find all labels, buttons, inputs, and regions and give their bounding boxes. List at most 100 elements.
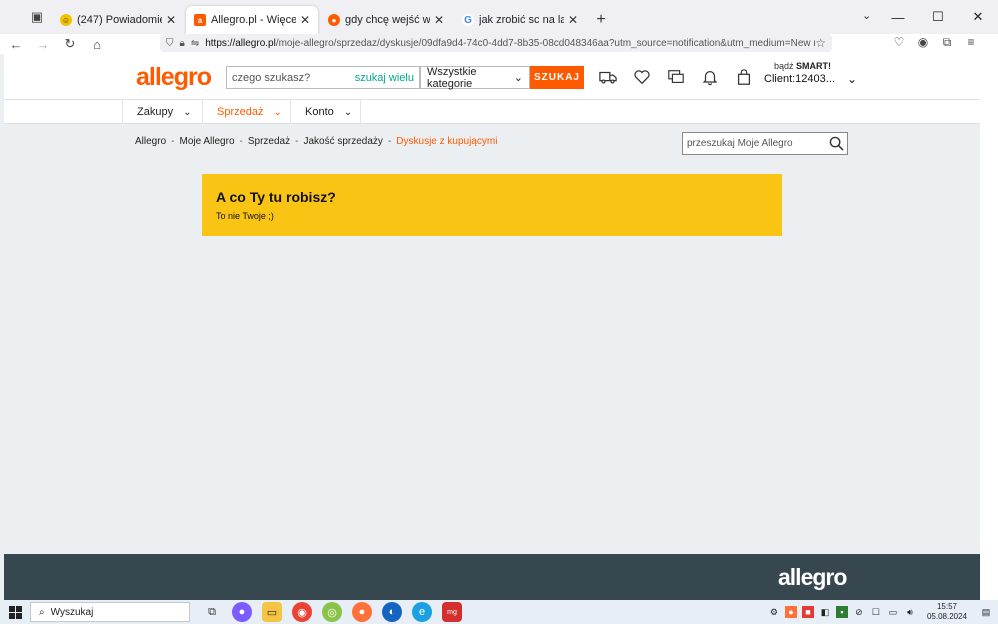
access-denied-notice: A co Ty tu robisz? To nie Twoje ;): [202, 174, 782, 236]
tab-close-icon[interactable]: ✕: [434, 13, 444, 27]
breadcrumb-jakosc[interactable]: Jakość sprzedaży: [303, 136, 382, 147]
home-icon[interactable]: ⌂: [86, 37, 108, 52]
tray-icon[interactable]: ●: [784, 606, 797, 618]
address-bar[interactable]: ⛉ 🔒︎ ⇋ https://allegro.pl/moje-allegro/s…: [160, 34, 832, 52]
allegro-favicon-icon: a: [194, 14, 206, 26]
breadcrumb-sprzedaz[interactable]: Sprzedaż: [248, 136, 290, 147]
bell-icon[interactable]: [700, 67, 720, 87]
my-allegro-search-input[interactable]: [683, 133, 825, 154]
shield-icon[interactable]: ⛉: [166, 38, 174, 49]
search-many-link[interactable]: szukaj wielu: [355, 72, 419, 84]
search-icon: ⌕: [39, 606, 45, 618]
maximize-icon[interactable]: ☐: [918, 0, 958, 34]
bookmark-star-icon[interactable]: ☆: [815, 36, 826, 50]
edge-icon[interactable]: e: [412, 602, 432, 622]
browser-tab-bar: ▣ ☺ (247) Powiadomienia - Lista Wi ✕ a A…: [0, 0, 998, 34]
breadcrumb-moje-allegro[interactable]: Moje Allegro: [179, 136, 234, 147]
tab-list-icon[interactable]: ▣: [22, 0, 52, 34]
tray-icon[interactable]: ■: [801, 606, 814, 618]
tab-close-icon[interactable]: ✕: [166, 13, 176, 27]
minimize-icon[interactable]: —: [878, 0, 918, 34]
close-window-icon[interactable]: ✕: [958, 0, 998, 34]
tray-icon[interactable]: ▪: [835, 606, 848, 618]
tab-gdy-chce[interactable]: ● gdy chcę wejść w dyskusję wys ✕: [320, 6, 452, 34]
forward-icon[interactable]: →: [32, 37, 54, 52]
menu-icon[interactable]: ≡: [964, 35, 978, 50]
menu-zakupy[interactable]: Zakupy ⌄: [122, 100, 203, 124]
clock[interactable]: 15:57 05.08.2024: [927, 602, 967, 622]
volume-icon[interactable]: 🔊︎: [904, 606, 916, 618]
site-header: allegro szukaj wielu Wszystkie kategorie…: [4, 54, 980, 100]
google-favicon-icon: G: [462, 14, 474, 26]
pocket-icon[interactable]: ♡: [892, 35, 906, 50]
search-box: szukaj wielu: [226, 66, 420, 89]
app-icon[interactable]: ◎: [322, 602, 342, 622]
category-select[interactable]: Wszystkie kategorie ⌄: [420, 65, 530, 90]
chevron-down-icon: ⌄: [343, 106, 353, 118]
tab-favicon-icon: ●: [328, 14, 340, 26]
smart-promo[interactable]: bądź SMART!: [774, 61, 831, 71]
delivery-truck-icon[interactable]: [598, 67, 618, 87]
url-text[interactable]: https://allegro.pl/moje-allegro/sprzedaz…: [205, 38, 815, 49]
permissions-icon[interactable]: ⇋: [191, 38, 199, 49]
chevron-down-icon: ⌄: [846, 72, 857, 86]
reload-icon[interactable]: ↻: [59, 36, 81, 52]
breadcrumb: Allegro - Moje Allegro - Sprzedaż - Jako…: [135, 136, 498, 147]
site-footer: allegro: [4, 554, 980, 600]
allegro-page: allegro szukaj wielu Wszystkie kategorie…: [4, 54, 980, 600]
breadcrumb-allegro[interactable]: Allegro: [135, 136, 166, 147]
list-all-tabs-icon[interactable]: ⌄: [862, 9, 871, 22]
tray-icon[interactable]: ☐: [870, 606, 882, 618]
account-icon[interactable]: ◉: [916, 35, 930, 50]
file-explorer-icon[interactable]: ▭: [262, 602, 282, 622]
breadcrumb-current: Dyskusje z kupującymi: [396, 136, 498, 147]
task-view-icon[interactable]: ⧉: [202, 602, 222, 622]
taskbar-apps: ⧉ ● ▭ ◉ ◎ ● ◐ e mg: [202, 602, 462, 622]
toolbar-right: ♡ ◉ ⧉ ≡: [892, 35, 978, 50]
menu-sprzedaz[interactable]: Sprzedaż ⌄: [203, 100, 291, 124]
search-input[interactable]: [227, 67, 355, 88]
taskbar-search[interactable]: ⌕: [30, 602, 190, 622]
tab-favicon-icon: ☺: [60, 14, 72, 26]
allegro-logo[interactable]: allegro: [136, 63, 212, 92]
system-tray: ⚙ ● ■ ◧ ▪ ⊘ ☐ ▭ 🔊︎ 15:57 05.08.2024 ▤: [768, 600, 998, 624]
footer-allegro-logo[interactable]: allegro: [778, 564, 847, 591]
app-icon[interactable]: mg: [442, 602, 462, 622]
extensions-icon[interactable]: ⧉: [940, 35, 954, 50]
notice-title: A co Ty tu robisz?: [216, 189, 336, 205]
chevron-down-icon: ⌄: [273, 106, 282, 118]
tray-icon[interactable]: ⊘: [853, 606, 865, 618]
new-tab-icon[interactable]: +: [588, 6, 614, 34]
tray-icon[interactable]: ◧: [819, 606, 831, 618]
windows-taskbar: ⌕ ⧉ ● ▭ ◉ ◎ ● ◐ e mg ⚙ ● ■ ◧ ▪ ⊘ ☐ ▭ 🔊︎ …: [0, 600, 998, 624]
taskbar-search-input[interactable]: [50, 606, 161, 618]
my-allegro-search: [682, 132, 848, 155]
search-icon[interactable]: [825, 136, 847, 151]
menu-konto[interactable]: Konto ⌄: [291, 100, 361, 124]
tab-close-icon[interactable]: ✕: [300, 13, 310, 27]
account-menu[interactable]: Client:12403... ⌄: [764, 72, 857, 86]
tab-google-search[interactable]: G jak zrobić sc na laptopie - Szuk ✕: [454, 6, 586, 34]
notice-text: To nie Twoje ;): [216, 211, 274, 221]
firefox-icon[interactable]: ●: [352, 602, 372, 622]
chrome-icon[interactable]: ◉: [292, 602, 312, 622]
category-select-value: Wszystkie kategorie: [427, 65, 477, 90]
heart-icon[interactable]: [632, 67, 652, 87]
tab-allegro[interactable]: a Allegro.pl - Więcej niż aukcje. N ✕: [186, 6, 318, 34]
tab-close-icon[interactable]: ✕: [568, 13, 578, 27]
tray-icon[interactable]: ⚙: [768, 606, 780, 618]
window-controls: — ☐ ✕: [878, 0, 998, 34]
notifications-icon[interactable]: ▤: [980, 606, 992, 618]
app-icon[interactable]: ◐: [382, 602, 402, 622]
tab-powiadomienia[interactable]: ☺ (247) Powiadomienia - Lista Wi ✕: [52, 6, 184, 34]
windows-start-icon[interactable]: [0, 605, 30, 619]
cart-bag-icon[interactable]: [734, 67, 754, 87]
app-icon[interactable]: ●: [232, 602, 252, 622]
messages-icon[interactable]: [666, 67, 686, 87]
header-icons: [598, 67, 754, 87]
network-icon[interactable]: ▭: [887, 606, 899, 618]
search-button[interactable]: SZUKAJ: [530, 66, 584, 89]
chevron-down-icon: ⌄: [183, 106, 192, 118]
lock-icon[interactable]: 🔒︎: [180, 38, 185, 49]
back-icon[interactable]: ←: [5, 37, 27, 52]
